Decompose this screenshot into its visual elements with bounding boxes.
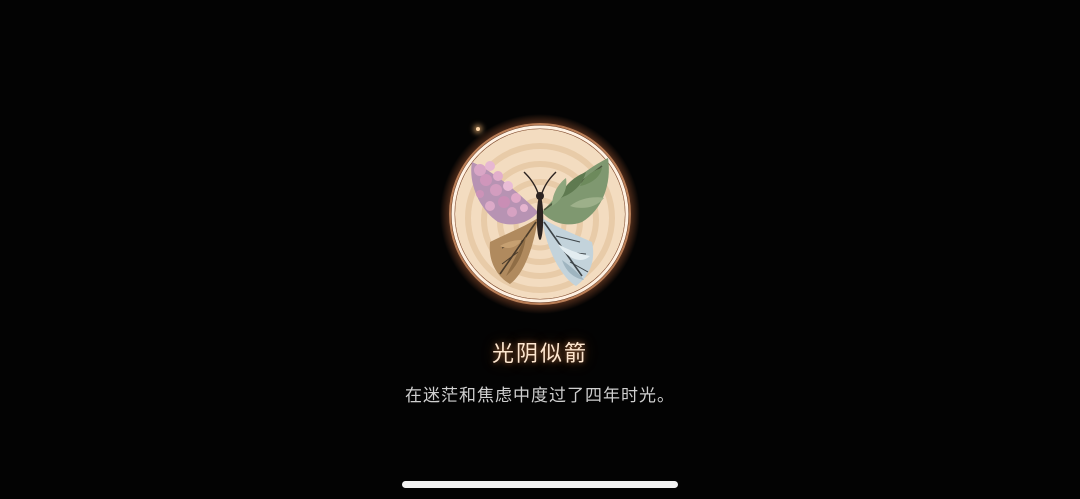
achievement-badge: [440, 114, 640, 314]
achievement-description: 在迷茫和焦虑中度过了四年时光。: [405, 386, 675, 406]
achievement-title: 光阴似箭: [491, 342, 588, 367]
home-indicator[interactable]: [402, 481, 678, 488]
butterfly-seasons-emblem-icon: [440, 114, 640, 314]
achievement-screen: 光阴似箭 在迷茫和焦虑中度过了四年时光。: [0, 0, 1080, 499]
